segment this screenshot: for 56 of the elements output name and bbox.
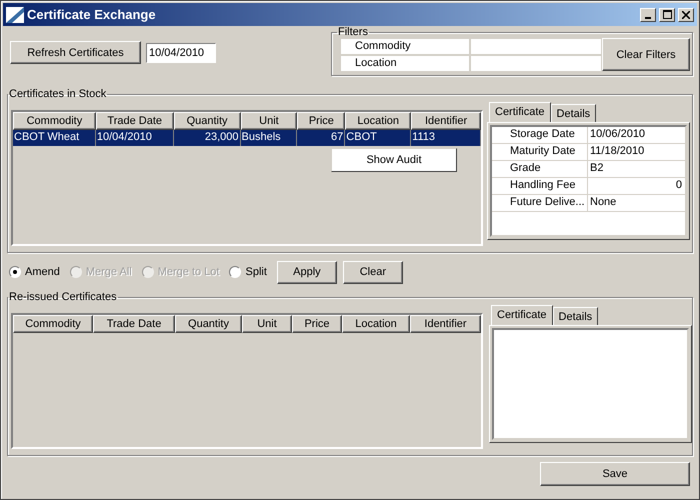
tab[interactable]: Certificate (489, 102, 551, 122)
tab[interactable]: Certificate (491, 305, 553, 325)
radio-button[interactable] (9, 266, 21, 278)
table-cell: CBOT Wheat (13, 130, 96, 146)
option-label: Amend (25, 266, 60, 278)
tab[interactable]: Details (552, 307, 598, 325)
app-icon (6, 6, 24, 22)
filter-label: Location (340, 55, 470, 72)
property-name: Handling Fee (492, 178, 588, 194)
table-cell: 67 (297, 130, 346, 146)
column-header[interactable]: Location (345, 112, 412, 130)
column-header[interactable]: Location (342, 315, 410, 333)
column-header[interactable]: Identifier (411, 112, 481, 130)
save-button[interactable]: Save (540, 462, 690, 486)
window-title: Certificate Exchange (27, 7, 157, 22)
column-header[interactable]: Quantity (175, 315, 242, 333)
filter-label: Commodity (340, 38, 470, 55)
group-title: Re-issued Certificates (8, 291, 118, 303)
property-value: B2 (589, 161, 604, 176)
property-value: 0 (674, 178, 683, 193)
option-label: Split (245, 266, 267, 278)
property-name: Maturity Date (492, 144, 588, 160)
close-icon[interactable] (682, 10, 690, 18)
menu-item[interactable]: Show Audit (332, 149, 456, 171)
table-row[interactable]: CBOT Wheat 10/04/2010 23,000 Bushels 67 CBOT 1113 (13, 130, 481, 146)
action-button[interactable]: Apply (276, 260, 337, 284)
property-name: Future Delive... (492, 195, 588, 211)
clear-filters-button[interactable]: Clear Filters (602, 38, 690, 71)
column-header[interactable]: Trade Date (93, 315, 175, 333)
table-cell: 23,000 (174, 130, 241, 146)
column-header[interactable]: Identifier (410, 315, 481, 333)
column-header[interactable]: Quantity (174, 112, 241, 130)
date-field[interactable]: 10/04/2010 (146, 42, 216, 62)
table-cell: CBOT (345, 130, 412, 146)
action-button[interactable]: Clear (342, 260, 403, 284)
column-header[interactable]: Unit (240, 112, 298, 130)
property-value: 11/18/2010 (589, 144, 646, 159)
column-header[interactable]: Price (292, 315, 342, 333)
table-cell: 1113 (411, 130, 481, 146)
table-cell: Bushels (240, 130, 298, 146)
column-header[interactable]: Commodity (13, 112, 96, 130)
property-name: Storage Date (492, 127, 588, 143)
property-value: None (589, 195, 618, 210)
property-name: Grade (492, 161, 588, 177)
group-title: Certificates in Stock (8, 88, 108, 100)
group-title: Filters (337, 26, 369, 38)
table-cell: 10/04/2010 (96, 130, 174, 146)
property-value: 10/06/2010 (589, 127, 646, 142)
column-header[interactable]: Trade Date (96, 112, 174, 130)
refresh-button[interactable]: Refresh Certificates (10, 41, 141, 64)
column-header[interactable]: Price (297, 112, 346, 130)
column-header[interactable]: Unit (242, 315, 292, 333)
radio-button[interactable] (229, 266, 242, 278)
maximize-icon[interactable] (662, 10, 672, 19)
column-header[interactable]: Commodity (13, 315, 93, 333)
tab[interactable]: Details (550, 104, 596, 122)
